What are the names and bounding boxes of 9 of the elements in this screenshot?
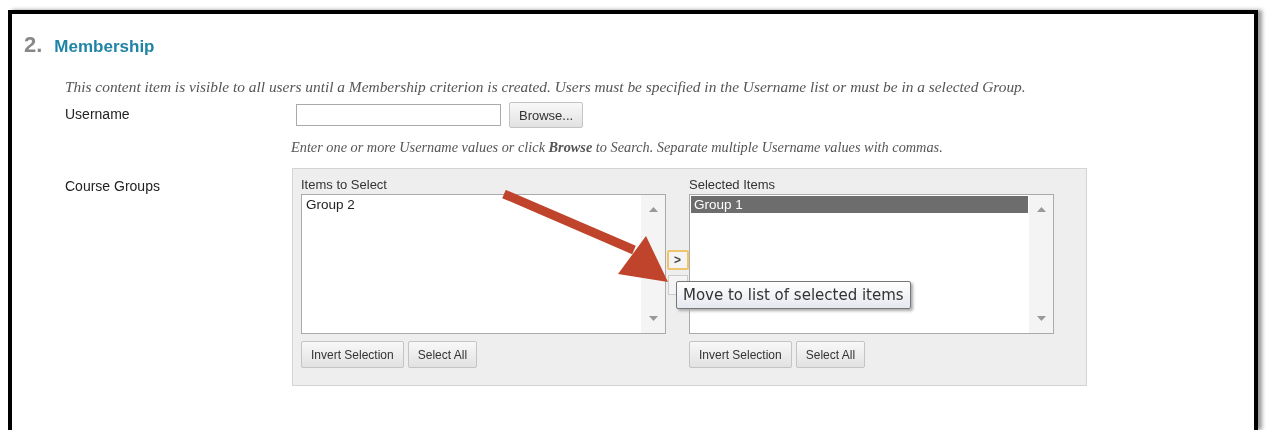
description-text: This content item is visible to all users until a Membership criterion is created. Users must be specified in the Username list or must be in a selected Group. xyxy=(65,78,1027,96)
hint-text: Enter one or more Username values or click Browse to Search. Separate multiple Username values with commas. xyxy=(291,139,943,156)
tooltip: Move to list of selected items xyxy=(676,281,911,309)
section-title: Membership xyxy=(54,37,155,57)
list-heading: Selected Items xyxy=(689,177,776,194)
field-label: Username xyxy=(65,105,131,124)
list-heading: Items to Select xyxy=(301,177,388,194)
field-label: Course Groups xyxy=(65,178,161,196)
step-number: 2. xyxy=(24,32,43,58)
